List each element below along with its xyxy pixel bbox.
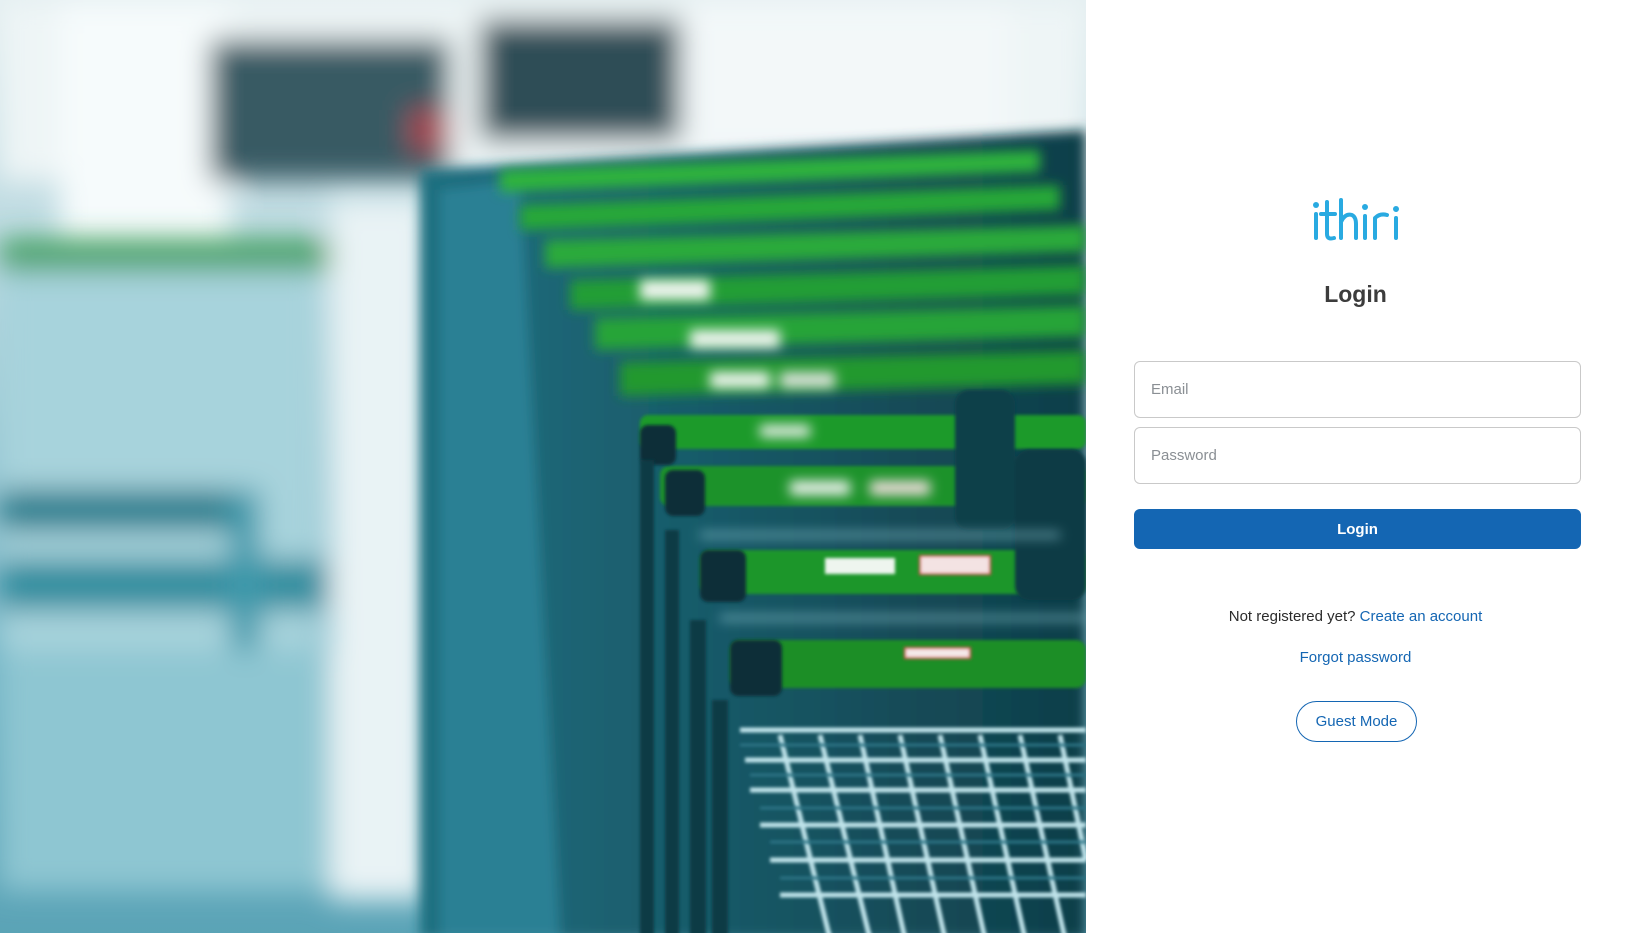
register-prompt-text: Not registered yet? [1228,608,1356,625]
register-prompt-line: Not registered yet? Create an account [1086,608,1625,625]
brand-logo [1086,196,1625,248]
create-account-link[interactable]: Create an account [1360,608,1483,625]
login-panel: Login Login Not registered yet? Create a… [1086,0,1625,939]
forgot-password-line: Forgot password [1086,649,1625,666]
ithiri-logo-icon [1312,198,1399,241]
guest-mode-button[interactable]: Guest Mode [1296,701,1417,742]
password-field[interactable] [1134,427,1581,484]
hero-image [0,0,1086,939]
page-title: Login [1324,281,1387,307]
login-page: Login Login Not registered yet? Create a… [0,0,1625,939]
forgot-password-link[interactable]: Forgot password [1300,649,1412,666]
shopping-carts-illustration [0,0,1086,939]
hero-bottom-edge [0,933,1086,939]
login-button[interactable]: Login [1134,509,1581,549]
email-field[interactable] [1134,361,1581,418]
